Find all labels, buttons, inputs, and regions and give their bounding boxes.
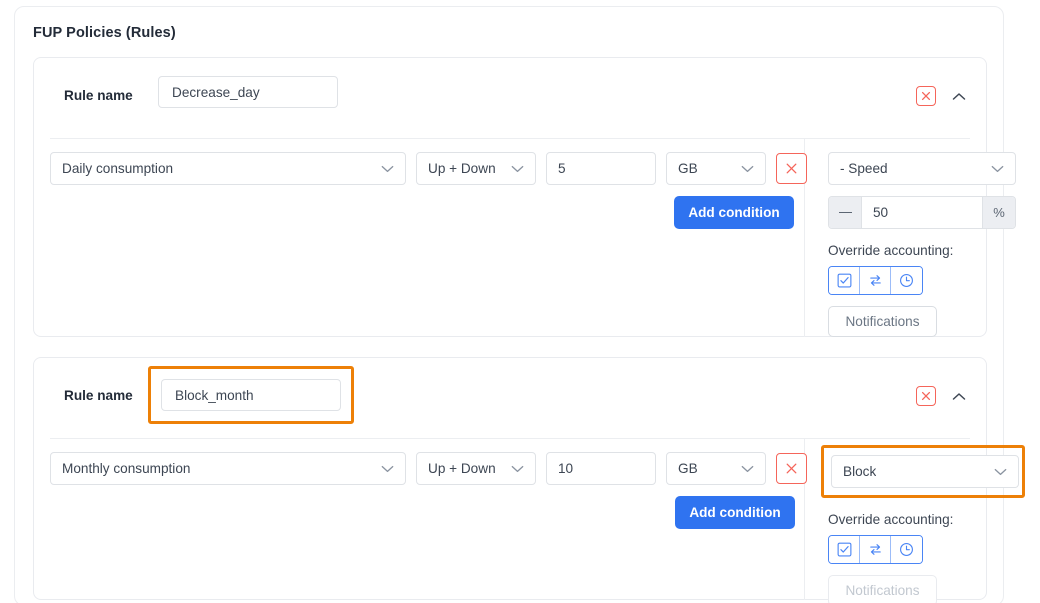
chevron-down-icon [511,165,524,173]
override-accounting-label: Override accounting: [828,512,954,527]
action-column: Block Override accounting: Notifications [821,445,1025,603]
override-clock-toggle[interactable] [891,267,922,294]
override-accounting-toggle-group [828,535,923,564]
notifications-button: Notifications [828,575,937,603]
delete-condition-button[interactable] [776,153,807,184]
condition-unit-value: GB [678,461,698,476]
rule-name-input[interactable] [161,379,341,411]
condition-unit-value: GB [678,161,698,176]
rule-name-field-wrapper [148,366,354,424]
rule-name-label: Rule name [64,88,133,103]
condition-direction-value: Up + Down [428,461,496,476]
override-accounting-label: Override accounting: [828,243,954,258]
condition-metric-select[interactable]: Daily consumption [50,152,406,185]
add-condition-button[interactable]: Add condition [675,496,795,529]
rule-card: Rule name [33,57,1016,337]
rule-card-body: Monthly consumption Up + Down 10 GB Add … [34,438,1025,603]
delete-rule-button[interactable] [916,86,936,106]
override-swap-toggle[interactable] [860,536,891,563]
rule-name-field-wrapper [158,76,338,108]
action-select-wrapper: Block [821,445,1025,498]
condition-value-input[interactable]: 5 [546,152,656,185]
speed-stepper: % [828,196,1016,229]
condition-metric-select[interactable]: Monthly consumption [50,452,406,485]
close-x-icon [786,463,797,474]
clock-icon [900,543,913,556]
add-condition-button[interactable]: Add condition [674,196,794,229]
override-clock-toggle[interactable] [891,536,922,563]
close-x-icon [786,163,797,174]
header-divider [50,138,970,139]
checkbox-checked-icon [837,542,851,557]
override-accounting-toggle-group [828,266,923,295]
rule-card: Rule name [33,357,1025,603]
close-x-icon [921,391,931,401]
checkbox-checked-icon [837,273,851,288]
delete-condition-button[interactable] [776,453,807,484]
condition-unit-select[interactable]: GB [666,452,766,485]
condition-metric-value: Daily consumption [62,161,174,176]
fup-policies-panel: FUP Policies (Rules) Rule name Decrease_… [14,6,1025,603]
collapse-rule-button[interactable] [950,387,968,405]
rule-card-header: Rule name [34,58,986,138]
condition-unit-select[interactable]: GB [666,152,766,185]
clock-icon [900,274,913,287]
chevron-down-icon [994,468,1007,476]
override-swap-toggle[interactable] [860,267,891,294]
stepper-value-input[interactable] [862,197,982,228]
condition-row: Daily consumption Up + Down 5 GB [50,152,807,185]
stepper-unit-suffix: % [982,197,1015,228]
chevron-down-icon [741,165,754,173]
action-select-wrapper: - Speed [828,152,1018,185]
rule-name-label: Rule name [64,388,133,403]
condition-value-text: 5 [558,161,566,176]
rule-header-actions [916,86,968,106]
swap-arrows-icon [869,275,881,286]
minus-icon [838,211,852,214]
chevron-down-icon [381,465,394,473]
swap-arrows-icon [869,544,881,555]
action-column: - Speed % [828,152,1018,337]
chevron-down-icon [381,165,394,173]
condition-row: Monthly consumption Up + Down 10 GB [50,452,807,485]
condition-value-input[interactable]: 10 [546,452,656,485]
condition-value-text: 10 [558,461,574,476]
page-title: FUP Policies (Rules) [33,25,176,41]
chevron-down-icon [511,465,524,473]
header-divider [50,438,970,439]
notifications-button[interactable]: Notifications [828,306,937,337]
rule-card-body: Daily consumption Up + Down 5 GB Add con… [34,138,1016,337]
collapse-rule-button[interactable] [950,87,968,105]
action-type-select[interactable]: - Speed [828,152,1016,185]
condition-direction-select[interactable]: Up + Down [416,152,536,185]
override-checkbox-toggle[interactable] [829,536,860,563]
condition-direction-select[interactable]: Up + Down [416,452,536,485]
close-x-icon [921,91,931,101]
override-checkbox-toggle[interactable] [829,267,860,294]
action-type-value: Block [843,464,877,479]
chevron-up-icon [952,392,966,400]
rule-header-actions [916,386,968,406]
condition-metric-value: Monthly consumption [62,461,191,476]
delete-rule-button[interactable] [916,386,936,406]
rule-card-header: Rule name [34,358,986,438]
stepper-decrement-button[interactable] [829,197,862,228]
condition-direction-value: Up + Down [428,161,496,176]
chevron-up-icon [952,92,966,100]
rule-name-input[interactable] [158,76,338,108]
chevron-down-icon [991,165,1004,173]
action-type-select[interactable]: Block [831,455,1019,488]
action-type-value: - Speed [840,161,888,176]
fup-policies-page: FUP Policies (Rules) Rule name Decrease_… [0,0,1040,603]
chevron-down-icon [741,465,754,473]
